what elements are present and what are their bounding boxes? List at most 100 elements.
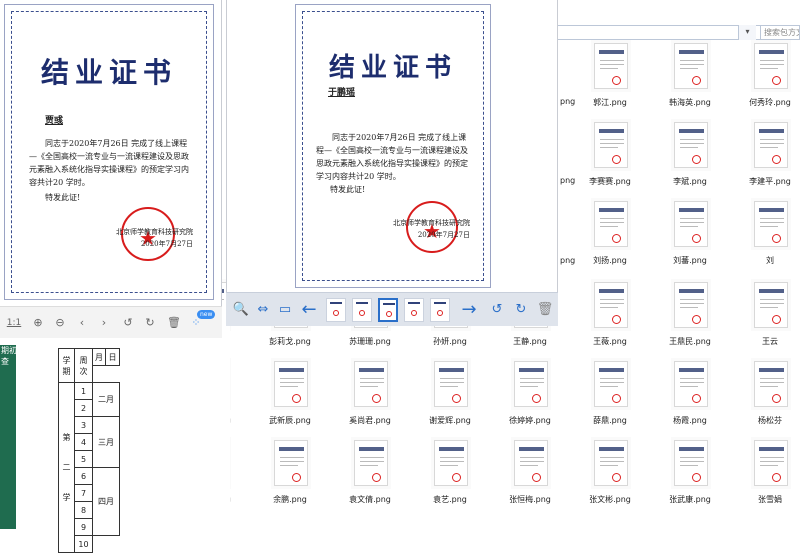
file-item[interactable]: 李建平.png xyxy=(735,122,800,202)
file-item[interactable]: 何秀玲.png xyxy=(735,43,800,123)
delete-icon[interactable]: 🗑 xyxy=(536,301,554,319)
file-thumbnail xyxy=(674,122,708,168)
week-cell: 3 xyxy=(74,416,93,434)
certificate-closing: 特发此证! xyxy=(45,193,81,202)
zoom-out-icon[interactable]: ⊖ xyxy=(52,315,68,331)
month-cell: 四月 xyxy=(92,467,120,536)
file-item[interactable]: 张武康.png xyxy=(655,440,725,520)
zoom-in-icon[interactable]: ⊕ xyxy=(30,315,46,331)
next-arrow-icon[interactable]: → xyxy=(460,301,478,319)
viewer-1-toolbar: 1:1 ⊕ ⊖ ‹ › ↺ ↻ 🗑 ⁘ xyxy=(0,306,222,338)
prev-icon[interactable]: ‹ xyxy=(74,315,90,331)
delete-icon[interactable]: 🗑 xyxy=(166,315,182,331)
file-name: 张武康.png xyxy=(669,495,711,504)
file-thumbnail xyxy=(754,361,788,407)
chevron-down-icon[interactable]: ▾ xyxy=(738,25,756,40)
file-item[interactable]: 王薇.png xyxy=(575,282,645,362)
search-input[interactable]: 搜索包方文件... xyxy=(760,25,800,40)
rotate-right-icon[interactable]: ↻ xyxy=(142,315,158,331)
term-char: 学 xyxy=(62,492,71,502)
viewer-2-toolbar: 🔍 ⇔ ▭ ← → ↺ ↻ 🗑 xyxy=(226,292,558,326)
actual-size-button[interactable]: 1:1 xyxy=(6,315,22,331)
file-item[interactable]: 袁艺.png xyxy=(415,440,485,520)
file-thumbnail xyxy=(674,361,708,407)
file-item[interactable]: 张雪娟 xyxy=(735,440,800,520)
file-thumbnail xyxy=(754,122,788,168)
thumbnail[interactable] xyxy=(430,298,450,322)
file-item[interactable]: 刘蕃.png xyxy=(655,201,725,281)
file-thumbnail xyxy=(754,43,788,89)
file-name: 王鼎民.png xyxy=(669,337,711,346)
schedule-table: 学期 周次 月 日 第 二 学 1 二月 2 3 三月 4 5 6 四月 7 8… xyxy=(58,348,120,553)
file-item[interactable]: 王鼎民.png xyxy=(655,282,725,362)
file-item[interactable]: 余鹏.png xyxy=(255,440,325,520)
rotate-left-icon[interactable]: ↺ xyxy=(488,301,506,319)
file-item[interactable]: 武新辰.png xyxy=(255,361,325,441)
thumbnail[interactable] xyxy=(404,298,424,322)
side-note-line: 期初 xyxy=(1,346,17,355)
week-cell: 1 xyxy=(74,382,93,400)
certificate-body: 同志于2020年7月26日 完成了线上课程—《全国高校一流专业与一流课程建设及思… xyxy=(316,133,468,181)
file-thumbnail xyxy=(674,201,708,247)
file-name: 谢爱辉.png xyxy=(429,416,471,425)
file-name: 张雪娟 xyxy=(758,495,782,504)
thumbnail[interactable] xyxy=(326,298,346,322)
week-cell: 7 xyxy=(74,484,93,502)
slideshow-icon[interactable]: ▭ xyxy=(276,301,294,319)
certificate-image: 结业证书 于鹏瑶 同志于2020年7月26日 完成了线上课程—《全国高校一流专业… xyxy=(295,4,491,288)
file-name: 何秀玲.png xyxy=(749,98,791,107)
file-item[interactable]: 李赛赛.png xyxy=(575,122,645,202)
file-item[interactable]: 李斌.png xyxy=(655,122,725,202)
header-term: 学期 xyxy=(58,348,75,383)
thumbnail[interactable] xyxy=(352,298,372,322)
week-cell: 2 xyxy=(74,399,93,417)
file-thumbnail xyxy=(674,282,708,328)
file-thumbnail xyxy=(754,201,788,247)
file-item[interactable]: 韩海英.png xyxy=(655,43,725,123)
file-thumbnail xyxy=(594,282,628,328)
file-item[interactable]: 徐婷婷.png xyxy=(495,361,565,441)
week-cell: 8 xyxy=(74,501,93,519)
rotate-left-icon[interactable]: ↺ xyxy=(120,315,136,331)
issue-date: 2020年7月27日 xyxy=(140,240,193,248)
file-item[interactable]: 谢爱辉.png xyxy=(415,361,485,441)
fit-icon[interactable]: ⇔ xyxy=(254,301,272,319)
file-thumbnail xyxy=(594,122,628,168)
file-item[interactable]: 袁文倩.png xyxy=(335,440,405,520)
file-name: 刘蕃.png xyxy=(673,256,707,265)
file-name: 刘 xyxy=(766,256,774,265)
zoom-icon[interactable]: 🔍 xyxy=(232,301,250,319)
prev-arrow-icon[interactable]: ← xyxy=(300,301,318,319)
month-cell: 三月 xyxy=(92,416,120,468)
term-cell: 第 二 学 xyxy=(58,382,75,553)
file-item[interactable]: 杨霞.png xyxy=(655,361,725,441)
issuer-signature: 北京师学教育科技研究院 2020年7月27日 xyxy=(83,226,193,250)
file-thumbnail xyxy=(274,440,308,486)
file-name-partial: png xyxy=(560,97,576,106)
issue-date: 2020年7月27日 xyxy=(417,231,470,239)
issuer-signature: 北京师学教育科技研究院 2020年7月27日 xyxy=(370,217,470,241)
file-thumbnail xyxy=(594,361,628,407)
file-thumbnail xyxy=(514,361,548,407)
file-name: 张文彬.png xyxy=(589,495,631,504)
file-item[interactable]: 杨松芬 xyxy=(735,361,800,441)
month-cell: 二月 xyxy=(92,382,120,417)
file-item[interactable]: 奚尚君.png xyxy=(335,361,405,441)
file-item[interactable]: 张恒梅.png xyxy=(495,440,565,520)
file-name: 郭江.png xyxy=(593,98,627,107)
file-item[interactable]: 刘 xyxy=(735,201,800,281)
file-item[interactable]: 张文彬.png xyxy=(575,440,645,520)
recipient-name: 于鹏瑶 xyxy=(328,88,356,98)
file-item[interactable]: 刘扬.png xyxy=(575,201,645,281)
file-item[interactable]: 王云 xyxy=(735,282,800,362)
next-icon[interactable]: › xyxy=(96,315,112,331)
thumbnail-selected[interactable] xyxy=(378,298,398,322)
file-item[interactable]: 薛鼎.png xyxy=(575,361,645,441)
week-cell: 5 xyxy=(74,450,93,468)
rotate-right-icon[interactable]: ↻ xyxy=(512,301,530,319)
file-item[interactable]: 郭江.png xyxy=(575,43,645,123)
file-name: 李建平.png xyxy=(749,177,791,186)
file-thumbnail xyxy=(354,361,388,407)
issuer-name: 北京师学教育科技研究院 xyxy=(393,219,470,227)
file-name: 奚尚君.png xyxy=(349,416,391,425)
